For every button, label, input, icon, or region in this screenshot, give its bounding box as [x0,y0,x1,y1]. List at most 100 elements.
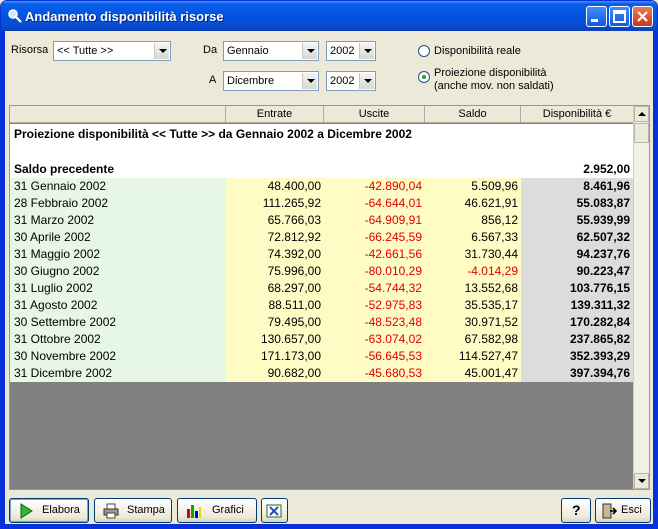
radio-proiezione[interactable] [418,71,430,83]
chevron-down-icon[interactable] [302,43,317,59]
stampa-button[interactable]: Stampa [94,498,172,523]
row-entrate: 171.173,00 [226,348,324,365]
column-header-date[interactable] [10,106,226,123]
a-month-value: Dicembre [227,75,275,87]
saldo-precedente-row: Saldo precedente 2.952,00 [10,161,634,178]
report-header: Proiezione disponibilità << Tutte >> da … [10,124,634,161]
column-header-uscite[interactable]: Uscite [324,106,425,123]
row-uscite: -64.909,91 [324,212,425,229]
row-uscite: -52.975,83 [324,297,425,314]
title-bar[interactable]: Andamento disponibilità risorse [1,1,657,31]
table-row[interactable]: 31 Ottobre 2002 130.657,00 -63.074,02 67.58… [10,331,634,348]
row-date: 31 Dicembre 2002 [10,365,226,382]
row-disponibilita: 90.223,47 [521,263,634,280]
row-entrate: 75.996,00 [226,263,324,280]
help-button[interactable]: ? [561,498,591,523]
risorsa-value: << Tutte >> [57,45,114,57]
row-disponibilita: 139.311,32 [521,297,634,314]
column-header-entrate[interactable]: Entrate [226,106,324,123]
row-uscite: -45.680,53 [324,365,425,382]
maximize-button[interactable] [609,6,630,27]
table-row[interactable]: 30 Aprile 2002 72.812,92 -66.245,59 6.567,3… [10,229,634,246]
row-entrate: 65.766,03 [226,212,324,229]
scroll-up-icon[interactable] [634,106,649,122]
grafici-button[interactable]: Grafici [177,498,257,523]
row-date: 31 Luglio 2002 [10,280,226,297]
row-saldo: 45.001,47 [425,365,521,382]
saldo-precedente-value: 2.952,00 [583,162,630,176]
window-frame-left [1,31,5,528]
play-icon [20,503,33,519]
scroll-thumb[interactable] [634,123,649,143]
row-date: 30 Settembre 2002 [10,314,226,331]
radio-proiezione-label-line2[interactable]: (anche mov. non saldati) [434,80,554,92]
search-icon [8,9,22,23]
row-uscite: -54.744,32 [324,280,425,297]
exit-door-icon [602,503,617,519]
row-uscite: -48.523,48 [324,314,425,331]
table-row[interactable]: 28 Febbraio 2002 111.265,92 -64.644,01 46.6… [10,195,634,212]
row-entrate: 68.297,00 [226,280,324,297]
row-date: 30 Aprile 2002 [10,229,226,246]
row-entrate: 74.392,00 [226,246,324,263]
printer-icon [103,503,119,519]
help-icon: ? [572,502,581,518]
da-label: Da [203,44,218,56]
row-saldo: 5.509,96 [425,178,521,195]
column-header-disponibilita[interactable]: Disponibilità € [521,106,634,123]
row-disponibilita: 170.282,84 [521,314,634,331]
chevron-down-icon[interactable] [154,43,169,59]
table-row[interactable]: 31 Maggio 2002 74.392,00 -42.661,56 31.730,… [10,246,634,263]
chevron-down-icon[interactable] [359,73,374,89]
radio-reale-label[interactable]: Disponibilità reale [434,45,521,57]
table-row[interactable]: 31 Luglio 2002 68.297,00 -54.744,32 13.552,… [10,280,634,297]
row-entrate: 79.495,00 [226,314,324,331]
table-row[interactable]: 30 Novembre 2002 171.173,00 -56.645,53 114.… [10,348,634,365]
row-uscite: -64.644,01 [324,195,425,212]
row-disponibilita: 397.394,76 [521,365,634,382]
vertical-scrollbar[interactable] [633,106,649,489]
row-saldo: -4.014,29 [425,263,521,280]
da-month-select[interactable]: Gennaio [223,41,319,61]
radio-disponibilita-reale[interactable] [418,45,430,57]
maximize-icon [613,10,626,23]
excel-export-button[interactable] [261,498,288,523]
row-uscite: -56.645,53 [324,348,425,365]
esci-button[interactable]: Esci [595,498,651,523]
minimize-button[interactable] [586,6,607,27]
a-month-select[interactable]: Dicembre [223,71,319,91]
table-row[interactable]: 31 Agosto 2002 88.511,00 -52.975,83 35.535,… [10,297,634,314]
column-header-saldo[interactable]: Saldo [425,106,521,123]
a-year-select[interactable]: 2002 [326,71,376,91]
results-grid[interactable]: Entrate Uscite Saldo Disponibilità € Pro… [9,105,650,490]
row-disponibilita: 55.083,87 [521,195,634,212]
window-title: Andamento disponibilità risorse [25,9,224,24]
scroll-down-icon[interactable] [634,473,649,489]
close-button[interactable] [632,6,653,27]
close-icon [637,11,648,22]
risorsa-select[interactable]: << Tutte >> [53,41,171,61]
table-row[interactable]: 31 Dicembre 2002 90.682,00 -45.680,53 45.00… [10,365,634,382]
table-row[interactable]: 30 Settembre 2002 79.495,00 -48.523,48 30.9… [10,314,634,331]
chevron-down-icon[interactable] [302,73,317,89]
table-row[interactable]: 31 Marzo 2002 65.766,03 -64.909,91 856,12 55… [10,212,634,229]
risorsa-label: Risorsa [11,44,49,56]
elabora-label: Elabora [42,504,80,516]
row-saldo: 856,12 [425,212,521,229]
table-row[interactable]: 30 Giugno 2002 75.996,00 -80.010,29 -4.014,… [10,263,634,280]
row-saldo: 46.621,91 [425,195,521,212]
window-frame-bottom [1,524,657,528]
row-entrate: 90.682,00 [226,365,324,382]
minimize-icon [591,19,598,22]
row-saldo: 6.567,33 [425,229,521,246]
row-saldo: 114.527,47 [425,348,521,365]
row-disponibilita: 62.507,32 [521,229,634,246]
da-year-select[interactable]: 2002 [326,41,376,61]
elabora-button[interactable]: Elabora [9,498,89,523]
table-row[interactable]: 31 Gennaio 2002 48.400,00 -42.890,04 5.509,… [10,178,634,195]
radio-proiezione-label-line1[interactable]: Proiezione disponibilità [434,67,547,79]
row-uscite: -80.010,29 [324,263,425,280]
esci-label: Esci [621,504,642,516]
row-date: 31 Gennaio 2002 [10,178,226,195]
chevron-down-icon[interactable] [359,43,374,59]
